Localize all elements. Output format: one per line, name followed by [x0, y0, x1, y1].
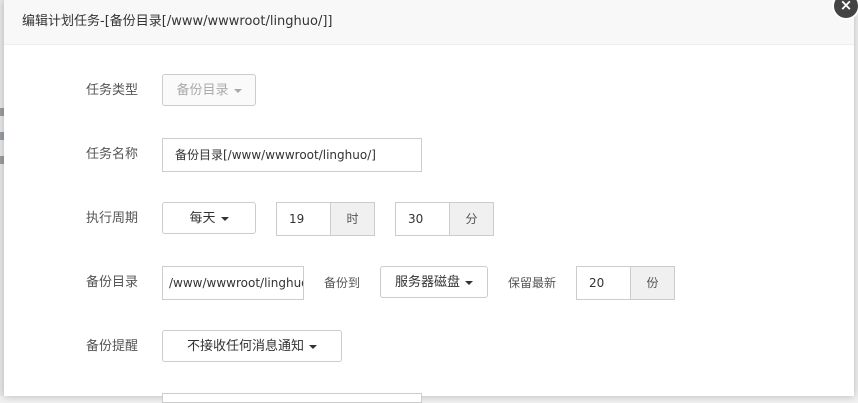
frequency-select[interactable]: 每天 [162, 202, 256, 234]
backup-to-select[interactable]: 服务器磁盘 [380, 266, 488, 298]
keep-count-input[interactable]: 20 [576, 266, 631, 300]
notify-select[interactable]: 不接收任何消息通知 [162, 330, 342, 362]
caret-down-icon [220, 216, 229, 221]
dialog-title: 编辑计划任务-[备份目录[/www/wwwroot/linghuo/]] [22, 14, 333, 29]
next-field-input[interactable] [162, 393, 422, 403]
task-name-input[interactable]: 备份目录[/www/wwwroot/linghuo/] [162, 138, 422, 172]
edit-task-dialog: 编辑计划任务-[备份目录[/www/wwwroot/linghuo/]] 任务类… [4, 0, 854, 403]
minute-input[interactable]: 30 [395, 202, 450, 236]
backup-path-input[interactable]: /www/wwwroot/linghuo/ [162, 266, 304, 300]
caret-down-icon [233, 88, 242, 93]
backup-to-value: 服务器磁盘 [394, 275, 460, 290]
keep-unit-addon: 份 [631, 266, 675, 300]
notify-value: 不接收任何消息通知 [186, 339, 304, 354]
dialog-titlebar: 编辑计划任务-[备份目录[/www/wwwroot/linghuo/]] [4, 0, 854, 45]
keep-latest-label: 保留最新 [508, 276, 557, 290]
task-name-label: 任务名称 [86, 147, 139, 162]
hour-input[interactable]: 19 [276, 202, 331, 236]
task-type-label: 任务类型 [86, 83, 139, 98]
backup-dir-label: 备份目录 [86, 275, 139, 290]
hour-unit-addon: 时 [331, 202, 375, 236]
frequency-value: 每天 [189, 211, 216, 226]
close-icon[interactable]: × [834, 0, 858, 18]
notify-label: 备份提醒 [86, 339, 139, 354]
caret-down-icon [465, 280, 473, 285]
backup-to-label: 备份到 [324, 276, 361, 290]
minute-unit-addon: 分 [450, 202, 494, 236]
task-type-select[interactable]: 备份目录 [162, 74, 256, 106]
period-label: 执行周期 [86, 211, 139, 226]
task-type-value: 备份目录 [176, 83, 229, 98]
caret-down-icon [309, 344, 317, 349]
